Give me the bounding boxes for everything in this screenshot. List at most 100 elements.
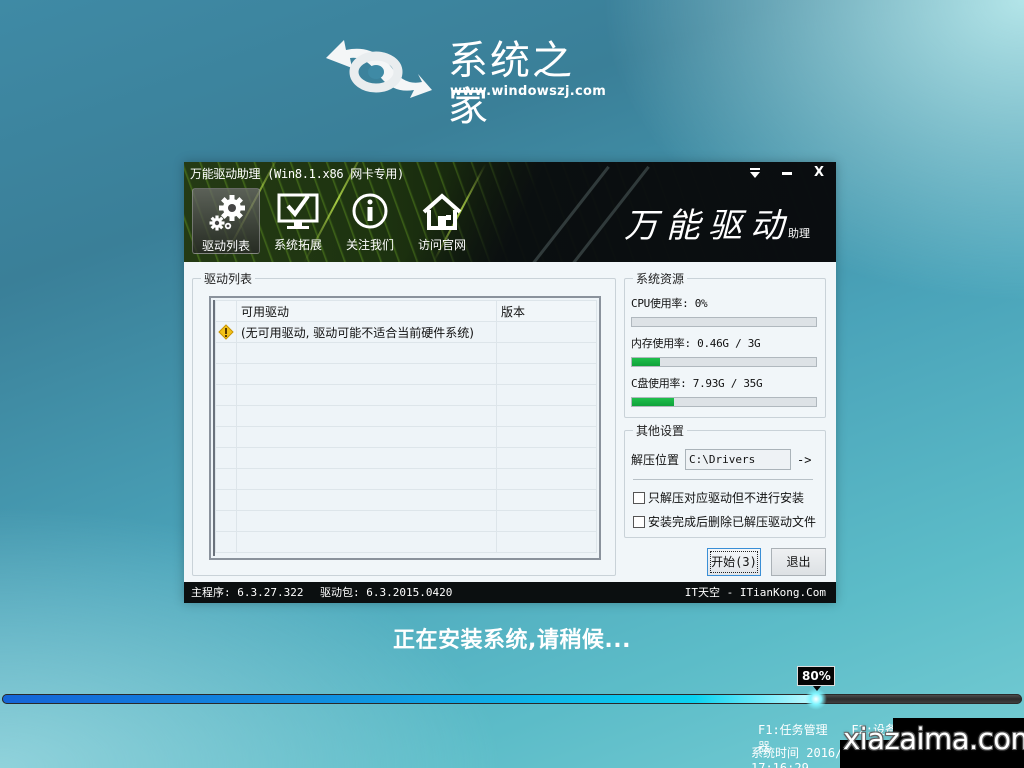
table-cell [215, 510, 237, 532]
dropdown-menu-icon [750, 168, 760, 178]
system-time-label: 系统时间 [751, 746, 800, 760]
other-settings-legend: 其他设置 [633, 422, 688, 439]
minimize-icon [782, 172, 792, 175]
disk-usage-label: C盘使用率: 7.93G / 35G [631, 377, 763, 390]
table-cell [496, 447, 597, 469]
install-progress-fill [3, 695, 818, 703]
table-row-empty [215, 426, 597, 448]
memory-usage-fill [632, 358, 661, 366]
table-row-empty [215, 363, 597, 385]
table-cell [496, 405, 597, 427]
minimize-button[interactable] [778, 164, 796, 182]
gears-icon [209, 195, 245, 231]
table-cell [236, 426, 497, 448]
memory-usage-bar [631, 357, 817, 367]
table-row-empty [215, 531, 597, 553]
driver-pack-version: 驱动包: 6.3.2015.0420 [320, 586, 453, 599]
brand-main: 万能驱动 [624, 206, 792, 246]
extract-only-checkbox[interactable] [633, 491, 645, 504]
install-progress-bar [2, 688, 1022, 710]
system-resources-group: 系统资源 CPU使用率: 0% 内存使用率: 0.46G / 3G C盘使用率:… [624, 270, 826, 418]
tool-label: 系统拓展 [273, 238, 322, 252]
table-cell [215, 489, 237, 511]
table-row-empty [215, 468, 597, 490]
table-cell [215, 363, 237, 385]
table-cell [496, 363, 597, 385]
driver-version-cell [496, 321, 597, 343]
header-decoration [521, 165, 610, 262]
tool-label: 关注我们 [345, 238, 394, 252]
table-cell [496, 342, 597, 364]
delete-after-install-label: 安装完成后删除已解压驱动文件 [648, 515, 817, 529]
tool-driver-list[interactable]: 驱动列表 [192, 188, 260, 254]
table-cell [236, 510, 497, 532]
memory-usage-label: 内存使用率: 0.46G / 3G [631, 337, 761, 350]
table-row[interactable]: (无可用驱动, 驱动可能不适合当前硬件系统) [215, 321, 597, 343]
driver-table: 可用驱动 版本 (无可用驱动, 驱动可能不适合当前硬件系统) [215, 300, 597, 553]
table-cell [236, 384, 497, 406]
driver-list-group: 驱动列表 可用驱动 版本 (无可用驱动, 驱动可能不适合当前硬件系统) [192, 270, 616, 576]
window-header: 万能驱动助理 (Win8.1.x86 网卡专用) X 驱动列表 系统拓展 关注我… [184, 162, 836, 262]
start-button[interactable]: 开始(3) [707, 548, 761, 576]
table-cell [496, 426, 597, 448]
window-title: 万能驱动助理 (Win8.1.x86 网卡专用) [190, 167, 404, 181]
window-status-bar: 主程序: 6.3.27.322 驱动包: 6.3.2015.0420 IT天空 … [184, 582, 836, 603]
delete-after-install-checkbox[interactable] [633, 515, 645, 528]
other-settings-group: 其他设置 解压位置 -> 只解压对应驱动但不进行安装 安装完成后删除已解压驱动文… [624, 422, 826, 538]
table-cell [236, 531, 497, 553]
table-cell [496, 510, 597, 532]
installing-message: 正在安装系统,请稍候... [393, 628, 631, 653]
extract-path-input[interactable] [685, 449, 792, 470]
driver-list[interactable]: 可用驱动 版本 (无可用驱动, 驱动可能不适合当前硬件系统) [213, 300, 597, 556]
exit-button[interactable]: 退出 [771, 548, 826, 576]
tool-system-extend[interactable]: 系统拓展 [264, 188, 332, 254]
credit-link[interactable]: IT天空 - ITianKong.Com [685, 582, 826, 603]
brand-sub: 助理 [788, 227, 810, 240]
table-cell [236, 468, 497, 490]
brand-logo: 万能驱动助理 [624, 198, 810, 247]
toolbar: 驱动列表 系统拓展 关注我们 访问官网 [192, 188, 476, 254]
memory-usage: 内存使用率: 0.46G / 3G [631, 335, 819, 367]
table-cell [496, 489, 597, 511]
extract-path-label: 解压位置 [631, 453, 680, 467]
main-program-version: 主程序: 6.3.27.322 [191, 586, 304, 599]
progress-percent-label: 80% [797, 666, 836, 691]
table-cell [496, 384, 597, 406]
watermark: xiazaima.com [843, 722, 1024, 756]
close-button[interactable]: X [810, 164, 828, 182]
table-row-empty [215, 489, 597, 511]
delete-after-install-option[interactable]: 安装完成后删除已解压驱动文件 [633, 513, 816, 530]
table-cell [215, 447, 237, 469]
table-cell [215, 426, 237, 448]
extract-only-option[interactable]: 只解压对应驱动但不进行安装 [633, 489, 804, 506]
cpu-usage: CPU使用率: 0% [631, 295, 819, 327]
table-row-empty [215, 405, 597, 427]
table-cell [496, 468, 597, 490]
row-icon-cell [215, 321, 237, 343]
browse-path-button[interactable]: -> [797, 453, 811, 467]
tool-label: 驱动列表 [201, 239, 250, 253]
table-row-empty [215, 342, 597, 364]
dropdown-menu-button[interactable] [746, 164, 764, 182]
tool-follow-us[interactable]: 关注我们 [336, 188, 404, 254]
table-cell [215, 405, 237, 427]
disk-usage: C盘使用率: 7.93G / 35G [631, 375, 819, 407]
table-cell [236, 405, 497, 427]
table-cell [215, 342, 237, 364]
driver-assistant-window: 万能驱动助理 (Win8.1.x86 网卡专用) X 驱动列表 系统拓展 关注我… [184, 162, 836, 603]
tool-visit-site[interactable]: 访问官网 [408, 188, 476, 254]
cpu-usage-bar [631, 317, 817, 327]
window-controls: X [746, 164, 828, 182]
extract-only-label: 只解压对应驱动但不进行安装 [648, 491, 805, 505]
monitor-check-icon [277, 193, 319, 229]
column-header-driver[interactable]: 可用驱动 [236, 300, 497, 322]
home-icon [422, 193, 462, 230]
extract-path-row: 解压位置 -> [631, 449, 811, 470]
table-cell [236, 342, 497, 364]
column-header-version[interactable]: 版本 [496, 300, 597, 322]
cpu-usage-label: CPU使用率: 0% [631, 297, 708, 310]
info-icon [352, 193, 388, 229]
table-cell [236, 447, 497, 469]
tool-label: 访问官网 [417, 238, 466, 252]
logo-url: www.windowszj.com [450, 84, 607, 99]
